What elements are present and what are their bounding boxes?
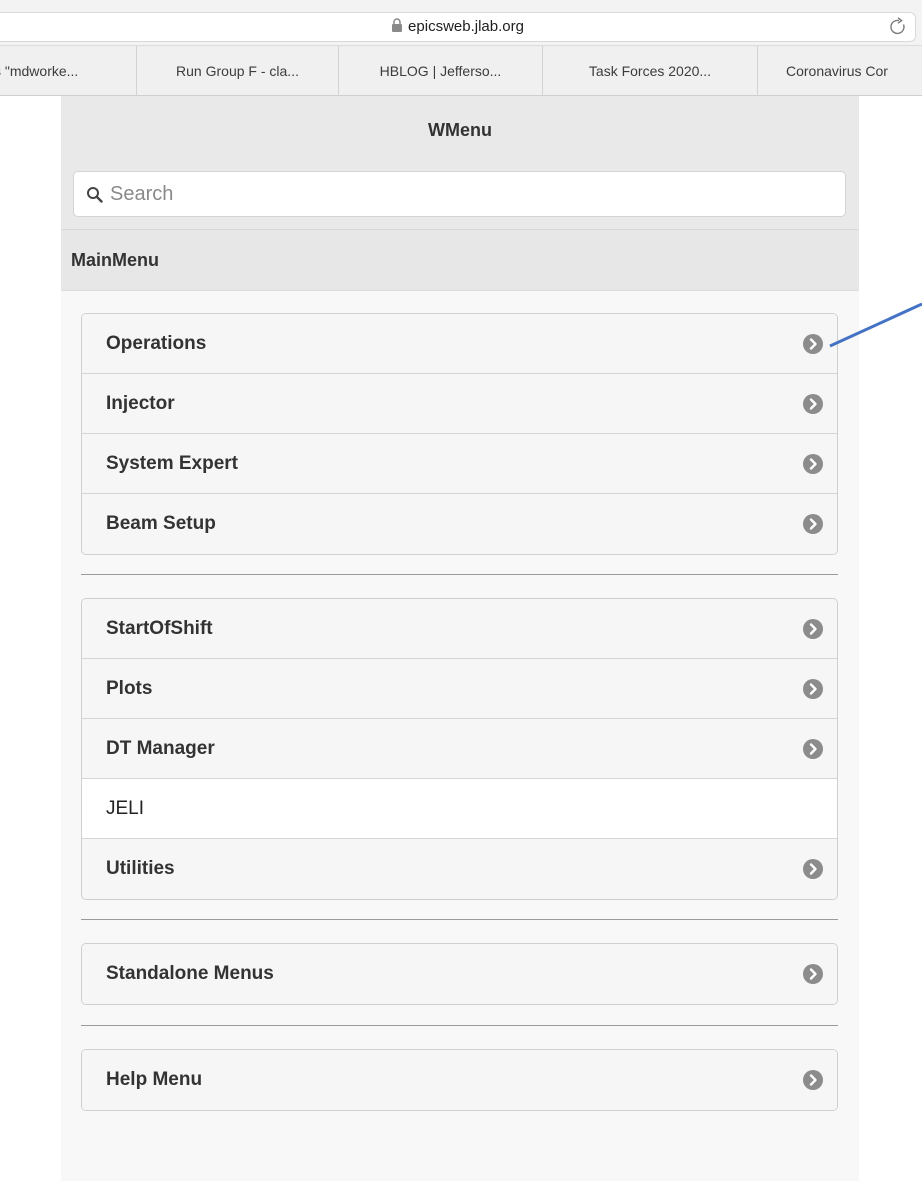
menu-item-label: Beam Setup: [106, 513, 216, 534]
menu-item-utilities[interactable]: Utilities: [82, 839, 837, 899]
bookmark-tab[interactable]: Task Forces 2020...: [543, 46, 758, 96]
bookmark-tab[interactable]: Coronavirus Cor: [758, 46, 922, 96]
menu-group: Help Menu: [81, 1049, 838, 1111]
menu-item-beam-setup[interactable]: Beam Setup: [82, 494, 837, 554]
menu-item-help-menu[interactable]: Help Menu: [82, 1050, 837, 1110]
bookmark-tab[interactable]: HBLOG | Jefferso...: [339, 46, 543, 96]
menu-item-dt-manager[interactable]: DT Manager: [82, 719, 837, 779]
chevron-right-icon: [803, 859, 823, 879]
menu-item-label: DT Manager: [106, 738, 215, 759]
menu-item-label: Plots: [106, 678, 153, 699]
wmenu-app: WMenu MainMenu Operations Injector Syst: [61, 96, 859, 1181]
chevron-right-icon: [803, 679, 823, 699]
menu-item-label: Injector: [106, 393, 175, 414]
menu-item-label: System Expert: [106, 453, 239, 474]
menu-item-label: Help Menu: [106, 1069, 203, 1090]
chevron-right-icon: [803, 514, 823, 534]
menu-item-plots[interactable]: Plots: [82, 659, 837, 719]
chevron-right-icon: [803, 1070, 823, 1090]
divider: [81, 919, 838, 920]
menu-item-operations[interactable]: Operations: [82, 314, 837, 374]
bookmark-tab[interactable]: Run Group F - cla...: [137, 46, 339, 96]
browser-address-bar: epicsweb.jlab.org: [0, 0, 922, 46]
chevron-right-icon: [803, 394, 823, 414]
menu-item-label: Standalone Menus: [106, 963, 274, 984]
menu-group: StartOfShift Plots DT Manager JELI Utili…: [81, 598, 838, 900]
bookmark-tab[interactable]: s "mdworke...: [0, 46, 137, 96]
menu-item-system-expert[interactable]: System Expert: [82, 434, 837, 494]
menu-group: Standalone Menus: [81, 943, 838, 1005]
bookmark-bar: s "mdworke... Run Group F - cla... HBLOG…: [0, 46, 922, 96]
page-title: WMenu: [428, 120, 492, 140]
menu-item-label: Utilities: [106, 858, 175, 879]
menu-item-label: StartOfShift: [106, 618, 213, 639]
chevron-right-icon: [803, 619, 823, 639]
menu-item-startofshift[interactable]: StartOfShift: [82, 599, 837, 659]
menu-item-standalone-menus[interactable]: Standalone Menus: [82, 944, 837, 1004]
url-field[interactable]: epicsweb.jlab.org: [0, 12, 916, 42]
url-text: epicsweb.jlab.org: [408, 18, 524, 35]
menu-group: Operations Injector System Expert Beam S…: [81, 313, 838, 555]
divider: [81, 574, 838, 575]
chevron-right-icon: [803, 739, 823, 759]
divider: [81, 1025, 838, 1026]
search-box[interactable]: [73, 171, 846, 217]
menu-item-jeli[interactable]: JELI: [82, 779, 837, 839]
lock-icon: [392, 18, 403, 32]
menu-item-label: Operations: [106, 333, 207, 354]
annotation-arrow: [829, 302, 922, 348]
reload-icon[interactable]: [887, 16, 909, 38]
app-header: WMenu: [61, 96, 859, 230]
chevron-right-icon: [803, 454, 823, 474]
section-header-mainmenu: MainMenu: [61, 230, 859, 291]
search-icon: [87, 187, 103, 203]
menu-item-label: JELI: [106, 798, 145, 819]
menu-item-injector[interactable]: Injector: [82, 374, 837, 434]
chevron-right-icon: [803, 964, 823, 984]
search-input[interactable]: [110, 172, 830, 216]
page: epicsweb.jlab.org s "mdworke... Run Grou…: [0, 0, 922, 1181]
